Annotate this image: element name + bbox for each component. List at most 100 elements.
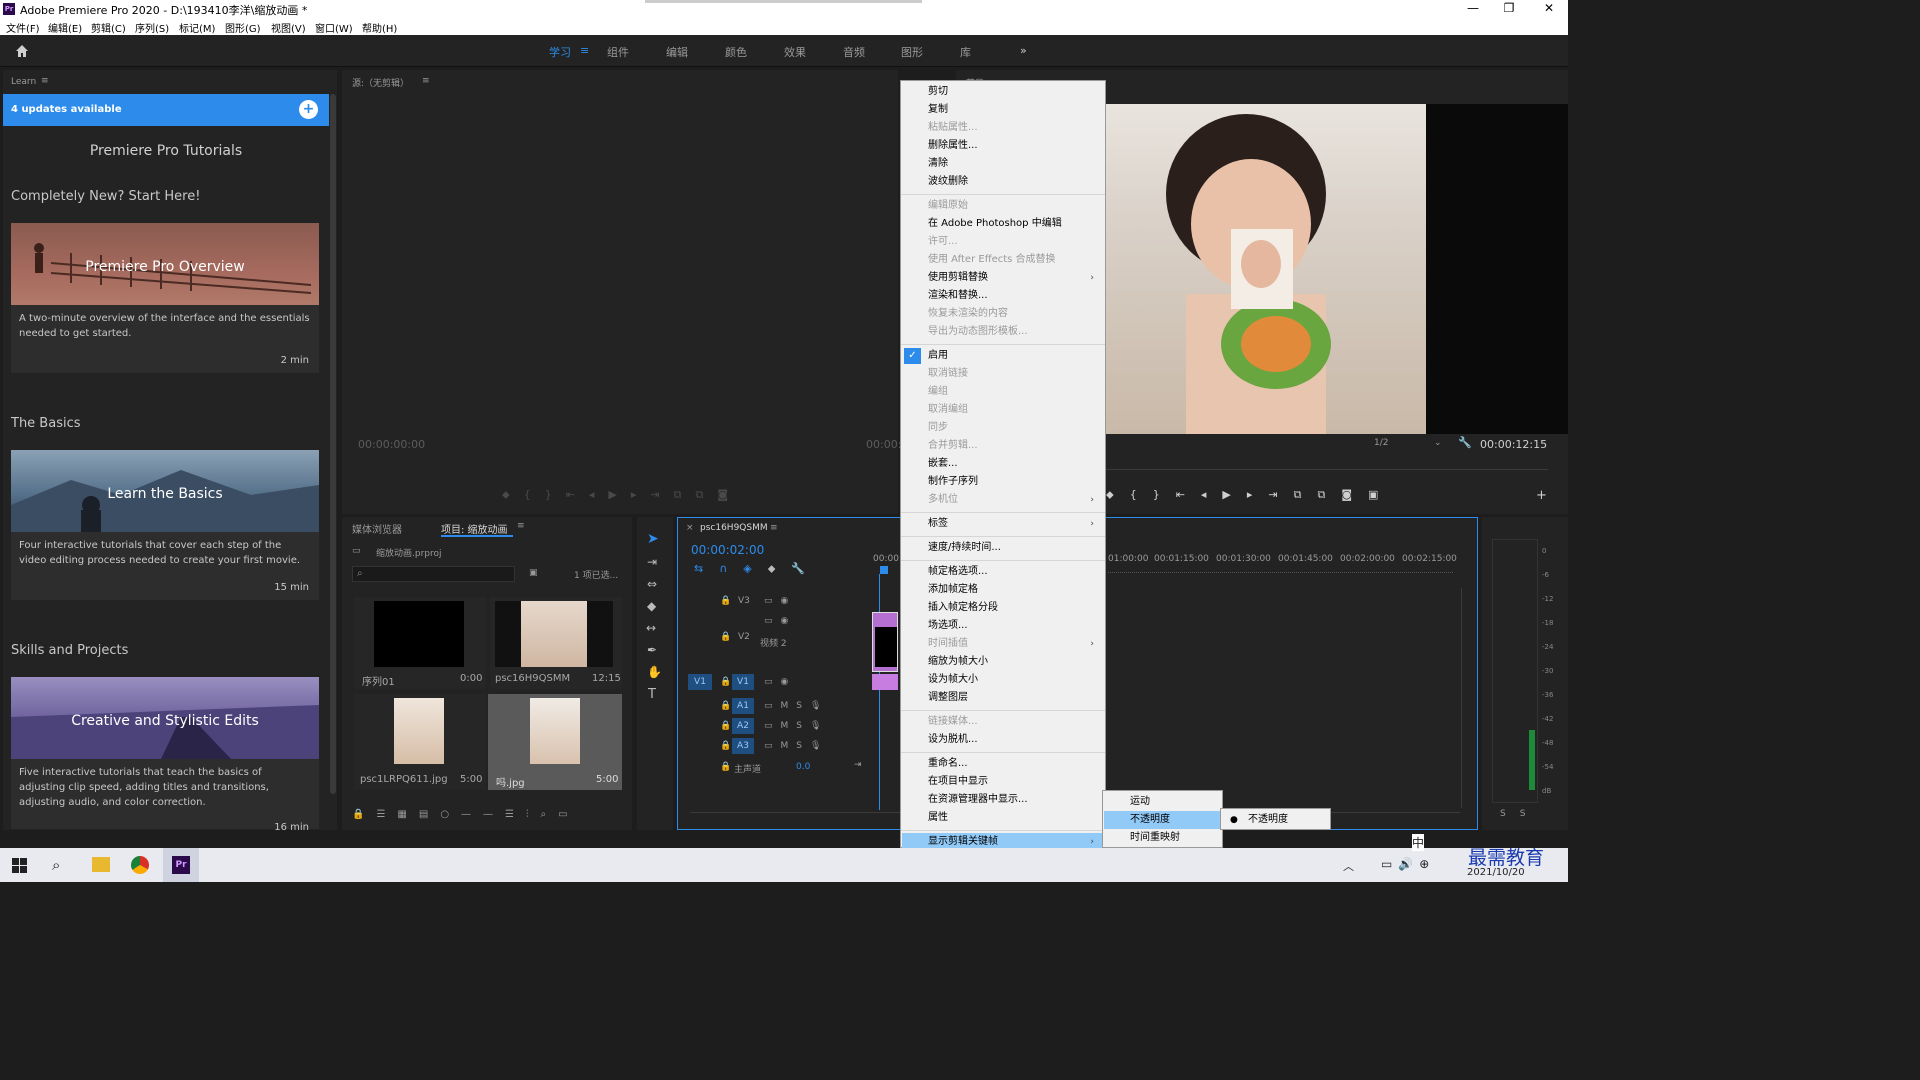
menu-item[interactable]: 调整图层 — [902, 689, 1104, 707]
menu-view[interactable]: 视图(V) — [271, 20, 306, 35]
home-icon[interactable] — [14, 43, 30, 59]
more-workspaces-icon[interactable]: » — [1020, 44, 1027, 57]
menu-item[interactable]: 设为脱机... — [902, 731, 1104, 749]
project-bottom-toolbar[interactable]: 🔒☰▦▤○——☰⫶⌕▭ — [352, 809, 580, 820]
menu-item[interactable]: 运动 — [1104, 793, 1221, 811]
program-transport-controls[interactable]: ⬥{}⇤◂▶▸⇥⧉⧉◙▣ — [1106, 488, 1394, 502]
menu-item[interactable]: 波纹删除 — [902, 173, 1104, 191]
menu-graphics[interactable]: 图形(G) — [225, 20, 261, 35]
menu-item[interactable]: 嵌套... — [902, 455, 1104, 473]
minimize-icon[interactable]: — — [1458, 1, 1488, 15]
project-menu-icon[interactable]: ≡ — [517, 521, 525, 531]
menu-item[interactable]: 在资源管理器中显示... — [902, 791, 1104, 809]
pen-tool-icon[interactable]: ✒ — [647, 643, 657, 657]
project-item[interactable]: psc1LRPQ611.jpg 5:00 — [354, 694, 486, 790]
track-lock-icon[interactable]: 🔒 — [720, 701, 731, 711]
master-volume-value[interactable]: 0.0 — [796, 762, 810, 772]
menu-item[interactable]: 添加帧定格 — [902, 581, 1104, 599]
menu-item[interactable]: 复制 — [902, 101, 1104, 119]
timeline-vertical-scrollbar[interactable] — [1461, 588, 1467, 808]
track-lock-icon[interactable]: 🔒 — [720, 741, 731, 751]
creative-card-image[interactable]: Creative and Stylistic Edits — [11, 677, 319, 759]
ime-indicator[interactable]: 中 — [1412, 834, 1425, 851]
project-item[interactable]: 序列01 0:00 — [354, 597, 486, 689]
source-title[interactable]: 源:（无剪辑） — [352, 76, 409, 89]
add-icon[interactable]: + — [299, 100, 318, 119]
source-patch-v1[interactable]: V1 — [688, 674, 712, 690]
audio-track-controls[interactable]: ▭MS🎙 — [764, 721, 829, 731]
menu-item[interactable]: 删除属性... — [902, 137, 1104, 155]
tray-icons[interactable]: ▭🔊⊕ — [1381, 857, 1435, 871]
audio-track-controls[interactable]: ▭MS🎙 — [764, 701, 829, 711]
tray-expand-icon[interactable]: ︿ — [1343, 858, 1354, 874]
menu-item[interactable]: ● 不透明度 — [1222, 811, 1329, 829]
workspace-graphics[interactable]: 图形 — [901, 44, 923, 60]
track-target-v1[interactable]: V1 — [732, 674, 754, 690]
workspace-effects[interactable]: 效果 — [784, 44, 806, 60]
menu-edit[interactable]: 编辑(E) — [48, 20, 82, 35]
menu-item[interactable]: 速度/持续时间... — [902, 539, 1104, 557]
workspace-assembly[interactable]: 组件 — [607, 44, 629, 60]
overview-card-image[interactable]: Premiere Pro Overview — [11, 223, 319, 305]
menu-help[interactable]: 帮助(H) — [362, 20, 397, 35]
track-toggle-icons[interactable]: ▭◉ — [764, 616, 796, 626]
workspace-audio[interactable]: 音频 — [843, 44, 865, 60]
workspace-menu-icon[interactable]: ≡ — [580, 44, 589, 57]
timeline-menu-icon[interactable]: ≡ — [770, 523, 778, 533]
windows-start-icon[interactable] — [12, 858, 27, 873]
menu-item[interactable]: 渲染和替换... — [902, 287, 1104, 305]
solo-buttons[interactable]: SS — [1500, 809, 1539, 819]
workspace-libraries[interactable]: 库 — [960, 44, 971, 60]
workspace-color[interactable]: 颜色 — [725, 44, 747, 60]
track-toggle-icons[interactable]: ▭◉ — [764, 677, 796, 687]
learn-tab[interactable]: Learn — [11, 77, 36, 87]
updates-banner[interactable]: 4 updates available + — [3, 94, 329, 126]
menu-sequence[interactable]: 序列(S) — [135, 20, 169, 35]
timeline-tool-toggles[interactable]: ⇆∩◈⬥🔧 — [694, 562, 821, 576]
project-item[interactable]: psc16H9QSMM 12:15 — [490, 597, 622, 689]
settings-wrench-icon[interactable]: 🔧 — [1458, 436, 1472, 449]
menu-item[interactable]: 属性 — [902, 809, 1104, 827]
menu-item[interactable]: 在项目中显示 — [902, 773, 1104, 791]
menu-item[interactable]: ✓ 启用 — [902, 347, 1104, 365]
menu-item[interactable]: 清除 — [902, 155, 1104, 173]
add-button-icon[interactable]: + — [1536, 488, 1547, 503]
track-toggle-icons[interactable]: ▭◉ — [764, 596, 796, 606]
tab-project[interactable]: 项目: 缩放动画 — [441, 521, 508, 536]
menu-window[interactable]: 窗口(W) — [315, 20, 353, 35]
v2-clip[interactable] — [872, 612, 898, 672]
chrome-icon[interactable] — [131, 856, 149, 874]
menu-item[interactable]: 制作子序列 — [902, 473, 1104, 491]
timeline-tab[interactable]: psc16H9QSMM — [700, 523, 768, 533]
track-target-a1[interactable]: A1 — [732, 698, 754, 714]
basics-card-image[interactable]: Learn the Basics — [11, 450, 319, 532]
type-tool-icon[interactable]: T — [648, 687, 656, 702]
menu-item[interactable]: 重命名... — [902, 755, 1104, 773]
audio-track-controls[interactable]: ▭MS🎙 — [764, 741, 829, 751]
track-lock-icon[interactable]: 🔒 — [720, 632, 731, 642]
search-icon[interactable]: ⌕ — [52, 856, 60, 874]
track-lock-icon[interactable]: 🔒 — [720, 721, 731, 731]
program-scrubber[interactable] — [1106, 464, 1548, 470]
tab-media-browser[interactable]: 媒体浏览器 — [352, 521, 402, 536]
menu-item[interactable]: 设为帧大小 — [902, 671, 1104, 689]
panel-menu-icon[interactable]: ≡ — [41, 76, 49, 86]
track-target-a2[interactable]: A2 — [732, 718, 754, 734]
menu-item[interactable]: 场选项... — [902, 617, 1104, 635]
menu-item[interactable]: 剪切 — [902, 83, 1104, 101]
menu-item[interactable]: 插入帧定格分段 — [902, 599, 1104, 617]
menu-marker[interactable]: 标记(M) — [179, 20, 215, 35]
workspace-editing[interactable]: 编辑 — [666, 44, 688, 60]
close-icon[interactable]: ✕ — [1534, 1, 1564, 15]
maximize-icon[interactable]: ❐ — [1494, 1, 1524, 15]
menu-item[interactable]: 缩放为帧大小 — [902, 653, 1104, 671]
playhead-icon[interactable] — [880, 566, 888, 574]
ripple-edit-tool-icon[interactable]: ⇔ — [647, 577, 657, 591]
slip-tool-icon[interactable]: ↔ — [646, 621, 656, 635]
track-lock-icon[interactable]: 🔒 — [720, 596, 731, 606]
dropdown-icon[interactable]: ⌄ — [1434, 438, 1442, 448]
track-select-tool-icon[interactable]: ⇥ — [647, 555, 657, 569]
learn-scrollbar[interactable] — [330, 94, 336, 794]
source-transport-controls[interactable]: ⬥{}⇤◂▶▸⇥⧉⧉◙ — [502, 488, 742, 502]
track-target-a3[interactable]: A3 — [732, 738, 754, 754]
